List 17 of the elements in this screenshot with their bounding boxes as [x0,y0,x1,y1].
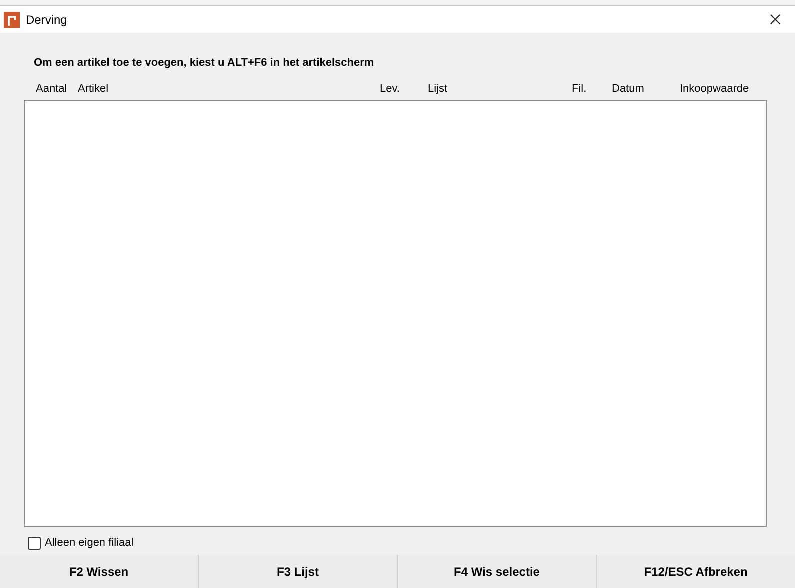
window-title: Derving [26,12,68,26]
column-header: Inkoopwaarde [680,83,750,97]
function-key-button[interactable]: F12/ESC Afbreken [596,555,795,588]
close-icon [770,14,780,25]
column-header: Datum [612,83,646,97]
column-header: Artikel [78,83,110,97]
column-header: Lijst [428,83,449,97]
column-header: Lev. [380,83,401,97]
instruction-text: Om een artikel toe te voegen, kiest u ALT+F6 in het artikelscherm [34,57,376,69]
function-key-button[interactable]: F3 Lijst [198,555,397,588]
function-key-button[interactable]: F4 Wis selectie [397,555,596,588]
app-logo-icon [4,12,20,28]
checkbox[interactable] [28,536,41,550]
checkbox-label: Alleen eigen filiaal [45,537,134,549]
column-header: Fil. [572,83,588,97]
function-key-button[interactable]: F2 Wissen [0,555,198,588]
column-header: Aantal [36,83,68,97]
